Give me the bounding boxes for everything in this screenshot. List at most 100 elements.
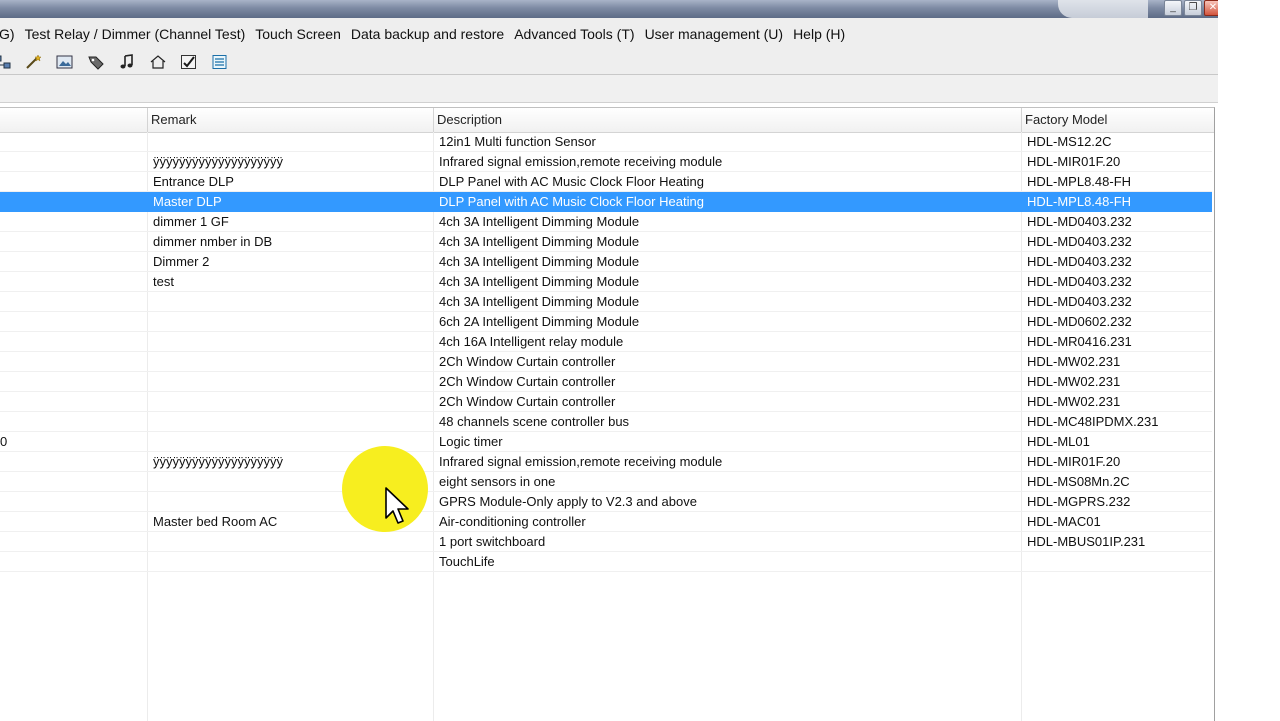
row-index-cell	[0, 352, 40, 372]
remark-cell: Master DLP	[153, 194, 222, 209]
description-cell: 12in1 Multi function Sensor	[439, 134, 596, 149]
menu-item-help[interactable]: Help (H)	[788, 26, 850, 42]
list-icon[interactable]	[209, 52, 231, 72]
table-row[interactable]: TouchLife	[0, 552, 1212, 572]
desktop-background	[1218, 0, 1280, 720]
table-row[interactable]: Entrance DLP DLP Panel with AC Music Cloc…	[0, 172, 1212, 192]
menu-item-partial[interactable]: G)	[0, 26, 20, 42]
row-index-cell	[0, 552, 40, 572]
remark-cell: dimmer 1 GF	[153, 214, 229, 229]
description-cell: 4ch 16A Intelligent relay module	[439, 334, 624, 349]
table-row[interactable]: eight sensors in one HDL-MS08Mn.2C	[0, 472, 1212, 492]
row-index-cell	[0, 192, 40, 212]
row-index-cell	[0, 292, 40, 312]
description-cell: Infrared signal emission,remote receivin…	[439, 154, 723, 169]
factory-model-cell: HDL-MD0403.232	[1027, 254, 1132, 269]
menu-item-test-relay-dimmer[interactable]: Test Relay / Dimmer (Channel Test)	[20, 26, 251, 42]
toolbar	[0, 50, 1218, 74]
row-index-cell	[0, 312, 40, 332]
table-header: Remark Description Factory Model	[0, 108, 1214, 133]
remark-cell	[153, 332, 431, 352]
factory-model-cell: HDL-MW02.231	[1027, 394, 1121, 409]
row-index-cell	[0, 452, 40, 472]
tag-icon[interactable]	[85, 52, 107, 72]
table-row[interactable]: 0 Logic timer HDL-ML01	[0, 432, 1212, 452]
factory-model-cell: HDL-MGPRS.232	[1027, 494, 1131, 509]
image-icon[interactable]	[54, 52, 76, 72]
remark-cell	[153, 312, 431, 332]
table-row[interactable]: 4ch 16A Intelligent relay module HDL-MR04…	[0, 332, 1212, 352]
remark-cell	[153, 532, 431, 552]
factory-model-cell: HDL-MC48IPDMX.231	[1027, 414, 1159, 429]
restore-button[interactable]: ❐	[1184, 0, 1202, 16]
row-index-cell	[0, 512, 40, 532]
factory-model-cell: HDL-ML01	[1027, 434, 1090, 449]
remark-cell	[153, 372, 431, 392]
menu-item-advanced-tools[interactable]: Advanced Tools (T)	[509, 26, 639, 42]
column-header-remark[interactable]: Remark	[147, 108, 434, 132]
description-cell: 4ch 3A Intelligent Dimming Module	[439, 214, 640, 229]
remark-cell: dimmer nmber in DB	[153, 234, 273, 249]
row-index-cell	[0, 472, 40, 492]
table-row[interactable]: Master DLP DLP Panel with AC Music Clock …	[0, 192, 1212, 212]
description-cell: 1 port switchboard	[439, 534, 546, 549]
column-header-factory-model[interactable]: Factory Model	[1021, 108, 1214, 132]
table-row[interactable]: 12in1 Multi function Sensor HDL-MS12.2C	[0, 132, 1212, 152]
table-row[interactable]: Dimmer 2 4ch 3A Intelligent Dimming Modul…	[0, 252, 1212, 272]
description-cell: 4ch 3A Intelligent Dimming Module	[439, 234, 640, 249]
remark-cell: ÿÿÿÿÿÿÿÿÿÿÿÿÿÿÿÿÿÿÿÿ	[153, 154, 283, 169]
description-cell: DLP Panel with AC Music Clock Floor Heat…	[439, 194, 704, 209]
filter-strip	[0, 75, 1218, 103]
menu-item-user-management[interactable]: User management (U)	[640, 26, 789, 42]
description-cell: 2Ch Window Curtain controller	[439, 394, 616, 409]
row-index-cell	[0, 332, 40, 352]
table-row[interactable]: dimmer nmber in DB 4ch 3A Intelligent Dim…	[0, 232, 1212, 252]
menu-item-data-backup[interactable]: Data backup and restore	[346, 26, 509, 42]
table-row[interactable]: 1 port switchboard HDL-MBUS01IP.231	[0, 532, 1212, 552]
remark-cell: Dimmer 2	[153, 254, 210, 269]
remark-cell: test	[153, 274, 174, 289]
table-row[interactable]: 2Ch Window Curtain controller HDL-MW02.23…	[0, 372, 1212, 392]
table-row[interactable]: 48 channels scene controller bus HDL-MC48…	[0, 412, 1212, 432]
description-cell: 2Ch Window Curtain controller	[439, 354, 616, 369]
factory-model-cell: HDL-MD0403.232	[1027, 294, 1132, 309]
description-cell: Infrared signal emission,remote receivin…	[439, 454, 723, 469]
factory-model-cell: HDL-MD0602.232	[1027, 314, 1132, 329]
row-index-cell	[0, 152, 40, 172]
table-row[interactable]: ÿÿÿÿÿÿÿÿÿÿÿÿÿÿÿÿÿÿÿÿ Infrared signal emis…	[0, 152, 1212, 172]
wand-icon[interactable]	[23, 52, 45, 72]
row-index-cell	[0, 172, 40, 192]
table-row[interactable]: test 4ch 3A Intelligent Dimming Module HDL…	[0, 272, 1212, 292]
table-row[interactable]: 6ch 2A Intelligent Dimming Module HDL-MD0…	[0, 312, 1212, 332]
row-index-cell	[0, 272, 40, 292]
description-cell: 4ch 3A Intelligent Dimming Module	[439, 294, 640, 309]
network-icon[interactable]	[0, 52, 14, 72]
factory-model-cell: HDL-MIR01F.20	[1027, 154, 1121, 169]
row-index-cell	[0, 232, 40, 252]
device-table[interactable]: Remark Description Factory Model 12in1 M…	[0, 107, 1215, 721]
table-row[interactable]: 4ch 3A Intelligent Dimming Module HDL-MD0…	[0, 292, 1212, 312]
home-icon[interactable]	[147, 52, 169, 72]
minimize-button[interactable]: _	[1164, 0, 1182, 16]
table-row[interactable]: ÿÿÿÿÿÿÿÿÿÿÿÿÿÿÿÿÿÿÿÿ Infrared signal emis…	[0, 452, 1212, 472]
remark-cell	[153, 292, 431, 312]
description-cell: Air-conditioning controller	[439, 514, 586, 529]
table-row[interactable]: GPRS Module-Only apply to V2.3 and above…	[0, 492, 1212, 512]
table-row[interactable]: 2Ch Window Curtain controller HDL-MW02.23…	[0, 392, 1212, 412]
row-index-cell	[0, 252, 40, 272]
table-row[interactable]: 2Ch Window Curtain controller HDL-MW02.23…	[0, 352, 1212, 372]
music-icon[interactable]	[116, 52, 138, 72]
remark-cell	[153, 552, 431, 572]
column-header-description[interactable]: Description	[433, 108, 1022, 132]
menu-bar: G) Test Relay / Dimmer (Channel Test) To…	[0, 18, 1218, 50]
factory-model-cell: HDL-MS08Mn.2C	[1027, 474, 1130, 489]
checklist-icon[interactable]	[178, 52, 200, 72]
table-row[interactable]: Master bed Room AC Air-conditioning contr…	[0, 512, 1212, 532]
row-index-cell: 0	[0, 434, 8, 449]
window-controls: _ ❐ ✕	[1164, 0, 1222, 16]
description-cell: TouchLife	[439, 554, 495, 569]
table-row[interactable]: dimmer 1 GF 4ch 3A Intelligent Dimming Mo…	[0, 212, 1212, 232]
description-cell: 4ch 3A Intelligent Dimming Module	[439, 254, 640, 269]
menu-item-touch-screen[interactable]: Touch Screen	[250, 26, 346, 42]
row-index-cell	[0, 372, 40, 392]
